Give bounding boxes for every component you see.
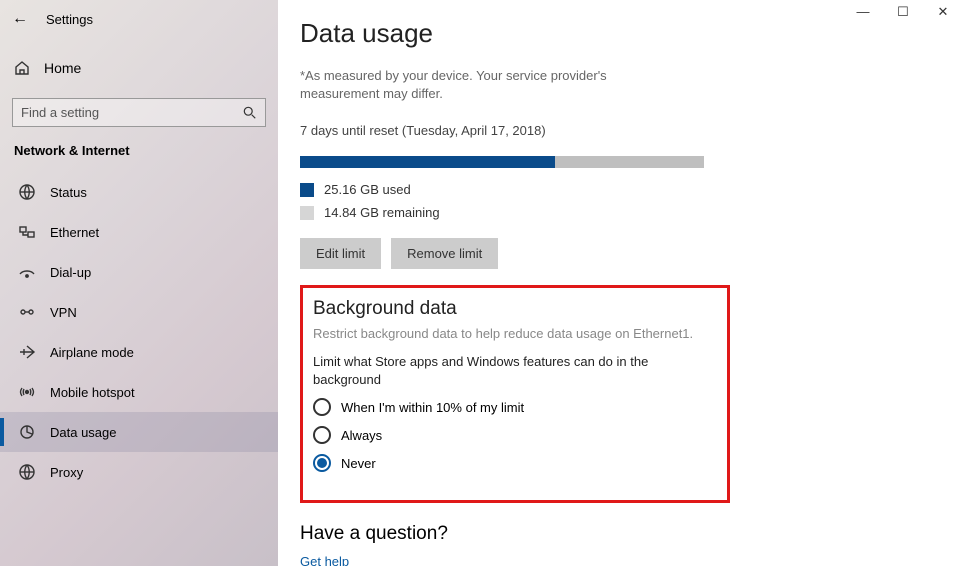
limit-buttons: Edit limit Remove limit	[300, 238, 958, 269]
sidebar-item-ethernet[interactable]: Ethernet	[0, 212, 278, 252]
main-content: — ☐ ✕ Data usage *As measured by your de…	[278, 0, 958, 566]
remaining-row: 14.84 GB remaining	[300, 205, 958, 220]
question-section: Have a question? Get help	[300, 523, 958, 566]
used-swatch-icon	[300, 183, 314, 197]
dialup-icon	[18, 263, 36, 281]
proxy-icon	[18, 463, 36, 481]
search-input[interactable]: Find a setting	[12, 98, 266, 127]
maximize-button[interactable]: ☐	[896, 4, 910, 20]
sidebar-item-label: Mobile hotspot	[50, 385, 135, 400]
sidebar-item-label: Ethernet	[50, 225, 99, 240]
ethernet-icon	[18, 223, 36, 241]
remaining-text: 14.84 GB remaining	[324, 205, 440, 220]
radio-option-0[interactable]: When I'm within 10% of my limit	[313, 398, 715, 416]
sidebar-item-label: Status	[50, 185, 87, 200]
measurement-note: *As measured by your device. Your servic…	[300, 67, 680, 103]
radio-label: Never	[341, 456, 376, 471]
background-option-heading: Limit what Store apps and Windows featur…	[313, 353, 653, 388]
radio-icon	[313, 398, 331, 416]
background-data-section: Background data Restrict background data…	[300, 285, 730, 503]
sidebar-item-label: VPN	[50, 305, 77, 320]
radio-option-1[interactable]: Always	[313, 426, 715, 444]
reset-info: 7 days until reset (Tuesday, April 17, 2…	[300, 123, 958, 138]
back-button[interactable]: ←	[12, 10, 28, 28]
search-icon	[243, 106, 257, 120]
home-label: Home	[44, 60, 81, 76]
radio-icon	[313, 426, 331, 444]
question-title: Have a question?	[300, 523, 958, 545]
remove-limit-button[interactable]: Remove limit	[391, 238, 498, 269]
used-text: 25.16 GB used	[324, 182, 411, 197]
sidebar-item-label: Dial-up	[50, 265, 91, 280]
sidebar-topbar: ← Settings	[0, 8, 278, 42]
sidebar: ← Settings Home Find a setting Network &…	[0, 0, 278, 566]
home-icon	[14, 60, 30, 76]
page-title: Data usage	[300, 18, 958, 49]
usage-progress-bar	[300, 156, 704, 168]
used-row: 25.16 GB used	[300, 182, 958, 197]
sidebar-item-mobile-hotspot[interactable]: Mobile hotspot	[0, 372, 278, 412]
edit-limit-button[interactable]: Edit limit	[300, 238, 381, 269]
sidebar-item-vpn[interactable]: VPN	[0, 292, 278, 332]
status-icon	[18, 183, 36, 201]
usage-progress-fill	[300, 156, 555, 168]
sidebar-item-data-usage[interactable]: Data usage	[0, 412, 278, 452]
window-title: Settings	[46, 12, 93, 27]
radio-option-2[interactable]: Never	[313, 454, 715, 472]
background-data-title: Background data	[313, 298, 715, 320]
nav-list: Status Ethernet Dial-up VPN Airplane mode Mob…	[0, 172, 278, 492]
sidebar-item-label: Proxy	[50, 465, 83, 480]
airplane-icon	[18, 343, 36, 361]
sidebar-item-status[interactable]: Status	[0, 172, 278, 212]
sidebar-item-proxy[interactable]: Proxy	[0, 452, 278, 492]
home-button[interactable]: Home	[0, 50, 278, 86]
sidebar-item-dial-up[interactable]: Dial-up	[0, 252, 278, 292]
section-header: Network & Internet	[0, 143, 278, 172]
remaining-swatch-icon	[300, 206, 314, 220]
vpn-icon	[18, 303, 36, 321]
background-data-desc: Restrict background data to help reduce …	[313, 326, 715, 341]
radio-label: When I'm within 10% of my limit	[341, 400, 524, 415]
search-placeholder: Find a setting	[21, 105, 243, 120]
radio-icon	[313, 454, 331, 472]
sidebar-item-label: Data usage	[50, 425, 117, 440]
minimize-button[interactable]: —	[856, 4, 870, 20]
get-help-link[interactable]: Get help	[300, 554, 349, 566]
window-controls: — ☐ ✕	[856, 4, 950, 20]
radio-label: Always	[341, 428, 382, 443]
close-button[interactable]: ✕	[936, 4, 950, 20]
sidebar-item-airplane-mode[interactable]: Airplane mode	[0, 332, 278, 372]
background-radio-group: When I'm within 10% of my limit Always Nev…	[313, 398, 715, 472]
hotspot-icon	[18, 383, 36, 401]
data-usage-icon	[18, 423, 36, 441]
sidebar-item-label: Airplane mode	[50, 345, 134, 360]
